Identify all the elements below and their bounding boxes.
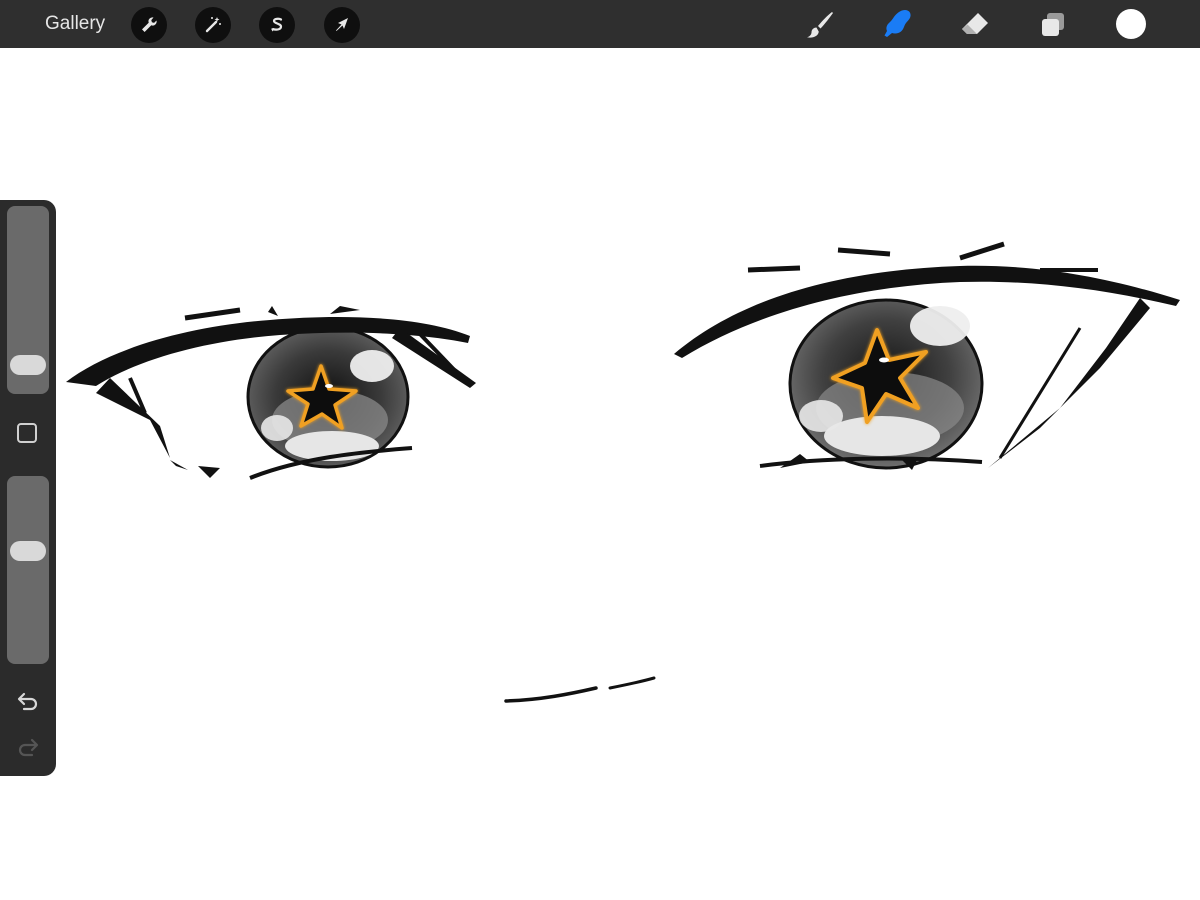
left-eye [66,306,476,480]
modify-button[interactable] [17,423,37,443]
redo-arrow-icon [18,738,39,757]
layers-button[interactable] [1034,6,1072,44]
layers-icon [1042,13,1064,36]
right-iris-lower-highlight [824,416,940,456]
right-eye [674,241,1180,470]
drawing-canvas[interactable] [0,48,1200,900]
left-sidebar [0,200,56,776]
brush-tool-button[interactable] [801,6,839,44]
opacity-slider[interactable] [7,476,49,664]
wrench-icon [142,17,157,32]
undo-arrow-icon [17,692,38,711]
brush-size-thumb[interactable] [10,354,46,375]
actions-button[interactable] [131,7,167,43]
gallery-button[interactable]: Gallery [45,13,105,35]
left-eye-highlight [350,350,394,382]
selection-button[interactable] [259,7,295,43]
artwork [66,241,1180,703]
smudge-tool-button[interactable] [878,6,916,44]
color-picker-button[interactable] [1116,9,1146,39]
opacity-thumb[interactable] [10,540,46,561]
brush-size-slider[interactable] [7,206,49,394]
top-toolbar: Gallery [0,0,1200,48]
smudge-icon [884,10,911,37]
undo-button[interactable] [14,688,42,714]
brush-icon [807,12,833,38]
eraser-tool-button[interactable] [956,6,994,44]
magic-wand-icon [205,17,221,33]
transform-arrow-icon [336,18,348,31]
adjustments-button[interactable] [195,7,231,43]
redo-button[interactable] [14,734,42,760]
nose-line [504,676,656,703]
selection-icon [271,17,283,32]
transform-button[interactable] [324,7,360,43]
eraser-icon [962,13,988,34]
right-eye-highlight [910,306,970,346]
